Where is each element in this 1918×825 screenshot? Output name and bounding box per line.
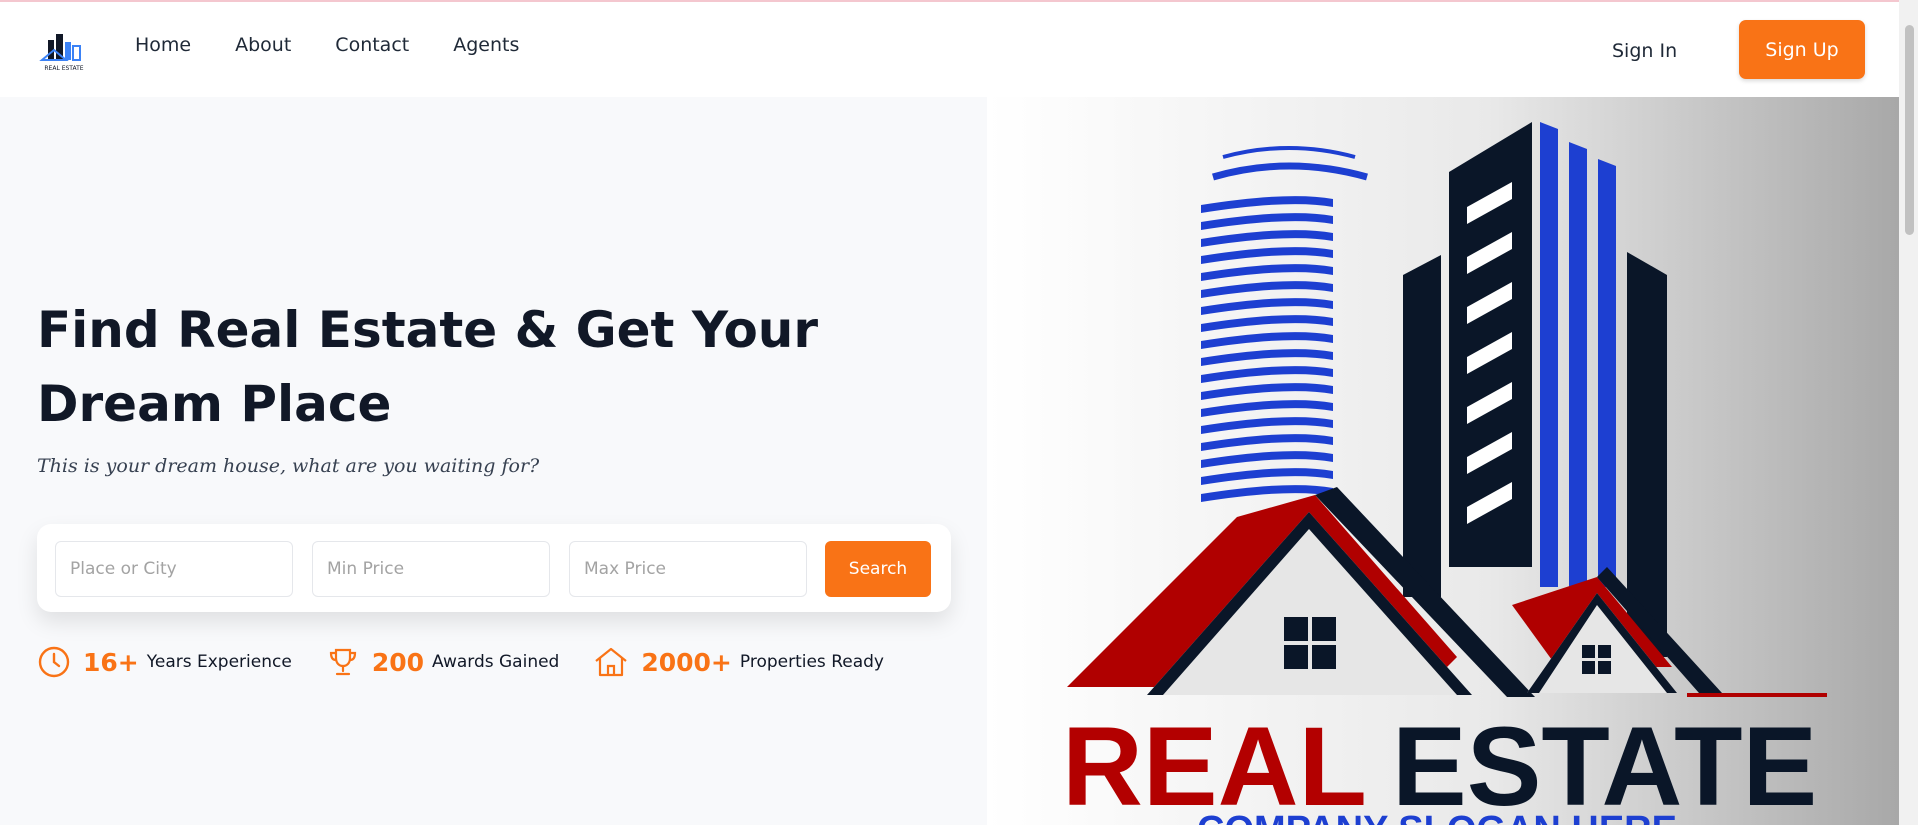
stat-properties: 2000+ Properties Ready (593, 645, 884, 679)
round-tower-graphic (1201, 146, 1368, 502)
logo-word-estate: ESTATE (1392, 704, 1817, 825)
brand-text: REAL ESTATE (44, 65, 83, 72)
search-button[interactable]: Search (825, 541, 931, 597)
tower-stripe (1201, 434, 1333, 451)
nav-agents[interactable]: Agents (453, 34, 519, 56)
tower-stripe (1201, 247, 1333, 264)
brand-logo-icon: REAL ESTATE (39, 34, 84, 72)
tower-stripe (1201, 281, 1333, 298)
min-price-input[interactable] (312, 541, 550, 597)
home-icon (595, 647, 628, 677)
hero-image: REAL ESTATE COMPANY SLOGAN HERE (987, 97, 1899, 825)
real-estate-logo-image: REAL ESTATE COMPANY SLOGAN HERE (1062, 122, 1827, 825)
tower-stripe (1201, 366, 1333, 383)
logo-slogan: COMPANY SLOGAN HERE (1197, 809, 1677, 825)
stats-row: 16+ Years Experience 200 Awards Gained 2… (37, 645, 918, 679)
tower-stripe (1201, 349, 1333, 366)
search-bar: Search (37, 524, 951, 612)
max-price-input[interactable] (569, 541, 807, 597)
tower-stripe (1201, 213, 1333, 230)
stat-experience-label: Years Experience (146, 652, 292, 672)
tower-stripe (1201, 468, 1333, 485)
tower-stripe (1201, 196, 1333, 213)
stat-properties-value: 2000+ (641, 647, 732, 677)
place-input[interactable] (55, 541, 293, 597)
tall-tower-graphic (1403, 122, 1667, 657)
tower-stripe (1201, 451, 1333, 468)
signin-link[interactable]: Sign In (1612, 40, 1677, 62)
hero-section: Find Real Estate & Get Your Dream Place … (0, 97, 987, 825)
tower-stripe (1201, 332, 1333, 349)
nav-about[interactable]: About (235, 34, 291, 56)
tower-stripe (1201, 315, 1333, 332)
stat-awards: 200 Awards Gained (326, 645, 560, 679)
scrollbar-thumb[interactable] (1905, 25, 1914, 235)
tower-stripe (1201, 400, 1333, 417)
tower-stripe (1201, 298, 1333, 315)
navbar: REAL ESTATE Home About Contact Agents Si… (0, 2, 1918, 97)
stat-experience-value: 16+ (83, 647, 139, 677)
tower-stripe (1201, 383, 1333, 400)
stat-awards-label: Awards Gained (432, 652, 560, 672)
stat-properties-label: Properties Ready (739, 652, 884, 672)
hero-title: Find Real Estate & Get Your Dream Place (37, 301, 819, 433)
signup-button[interactable]: Sign Up (1739, 20, 1865, 79)
stat-experience: 16+ Years Experience (37, 645, 292, 679)
nav-home[interactable]: Home (135, 34, 191, 56)
small-house-graphic (1512, 567, 1827, 697)
tower-stripe (1201, 417, 1333, 434)
nav-contact[interactable]: Contact (335, 34, 409, 56)
nav-links: Home About Contact Agents (135, 34, 519, 56)
trophy-icon (329, 648, 356, 676)
tower-stripe (1201, 264, 1333, 281)
clock-icon (38, 646, 70, 678)
hero-subtitle: This is your dream house, what are you w… (37, 455, 540, 477)
tower-stripe (1201, 230, 1333, 247)
logo-word-real: REAL (1062, 704, 1367, 825)
stat-awards-value: 200 (371, 647, 424, 677)
brand-logo[interactable]: REAL ESTATE (38, 28, 90, 72)
